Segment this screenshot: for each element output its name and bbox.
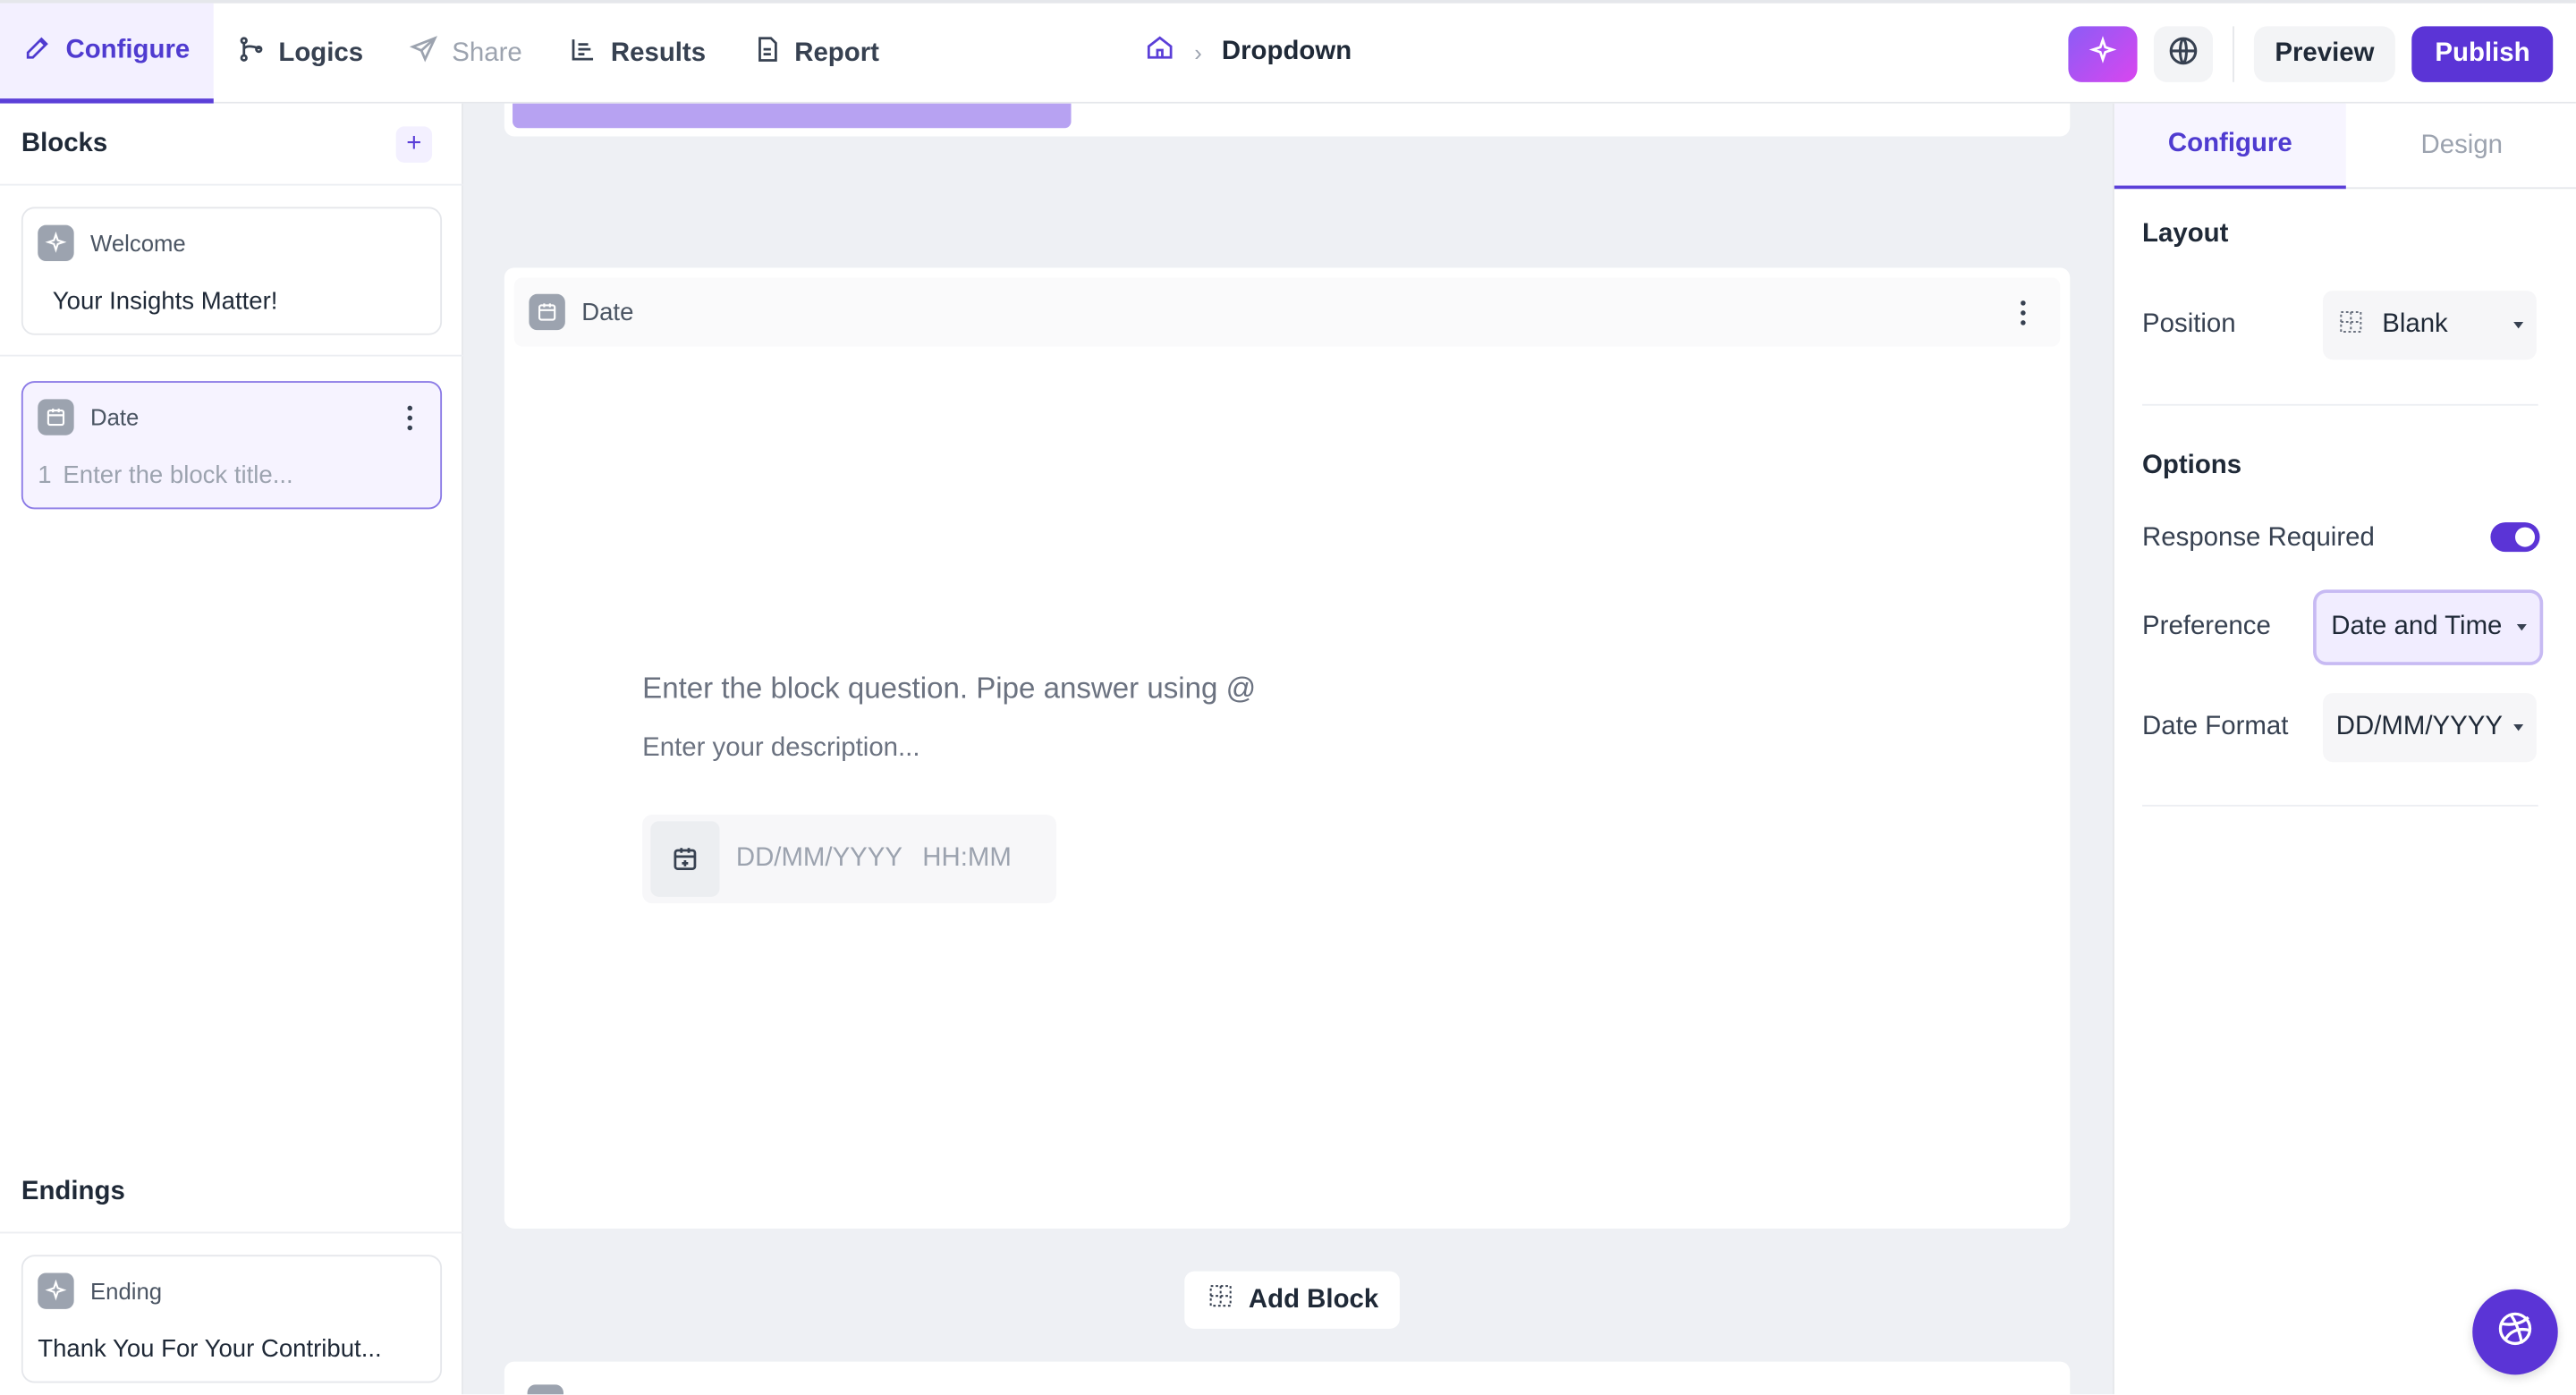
date-block-card[interactable]: Date Enter the block question. Pipe answ… xyxy=(504,267,2071,1229)
block-type-label: Date xyxy=(581,298,634,326)
block-card-ending[interactable]: Ending Thank You For Your Contribut... xyxy=(21,1255,443,1383)
divider xyxy=(0,354,463,357)
form-canvas: Date Enter the block question. Pipe answ… xyxy=(462,103,2113,1395)
date-format-value: DD/MM/YYYY xyxy=(2335,713,2503,741)
block-card-date[interactable]: Date 1 Enter the block title... xyxy=(21,381,443,510)
block-title-placeholder: Enter the block title... xyxy=(63,461,293,490)
options-heading: Options xyxy=(2142,452,2242,480)
chevron-down-icon xyxy=(2513,321,2524,329)
tab-configure-label: Configure xyxy=(65,36,191,64)
tab-logics-label: Logics xyxy=(278,38,364,67)
next-block-card xyxy=(504,1361,2071,1395)
block-title-input[interactable]: 1 Enter the block title... xyxy=(38,461,292,489)
tab-results-label: Results xyxy=(610,38,707,67)
position-value: Blank xyxy=(2382,310,2448,339)
divider xyxy=(0,183,463,186)
ai-assist-button[interactable] xyxy=(2067,26,2138,82)
document-icon xyxy=(751,35,781,72)
response-required-toggle[interactable] xyxy=(2490,522,2540,553)
blocks-sidebar: Blocks + Welcome Your Insights Matter! D… xyxy=(0,103,463,1395)
help-chat-button[interactable] xyxy=(2472,1289,2558,1375)
tab-results[interactable]: Results xyxy=(545,4,728,104)
send-icon xyxy=(410,35,439,72)
divider xyxy=(2232,26,2234,82)
tab-share-label: Share xyxy=(452,38,522,67)
form-title[interactable]: Dropdown xyxy=(1222,37,1352,66)
description-input[interactable]: Enter your description... xyxy=(642,734,919,764)
sparkle-icon xyxy=(38,1272,74,1309)
translate-button[interactable] xyxy=(2153,26,2213,82)
settings-tabs: Configure Design xyxy=(2114,103,2576,190)
divider xyxy=(0,1231,463,1234)
sparkle-icon xyxy=(38,224,74,262)
preference-label: Preference xyxy=(2142,613,2271,641)
question-input[interactable]: Enter the block question. Pipe answer us… xyxy=(642,672,1256,706)
date-field[interactable]: DD/MM/YYYY HH:MM xyxy=(642,815,1056,904)
preview-button[interactable]: Preview xyxy=(2253,26,2396,82)
divider xyxy=(2142,403,2538,406)
date-placeholder: DD/MM/YYYY HH:MM xyxy=(735,844,1012,873)
preference-select[interactable]: Date and Time xyxy=(2316,593,2540,663)
sparkle-icon xyxy=(2088,35,2117,72)
app-root: Configure Logics Share Results Report › … xyxy=(0,0,2576,1395)
breadcrumb: › Dropdown xyxy=(1145,33,1352,71)
tab-share[interactable]: Share xyxy=(386,4,546,104)
date-format-select[interactable]: DD/MM/YYYY xyxy=(2323,693,2537,763)
block-type-label: Date xyxy=(90,403,140,431)
block-number: 1 xyxy=(38,461,52,490)
block-title: Your Insights Matter! xyxy=(52,287,278,316)
pencil-icon xyxy=(23,32,53,70)
block-type-label: Ending xyxy=(90,1277,163,1305)
home-icon[interactable] xyxy=(1145,33,1174,71)
grid-icon xyxy=(2336,307,2366,344)
calendar-plus-icon xyxy=(650,821,720,897)
dribbble-icon xyxy=(2496,1308,2535,1356)
top-bar: Configure Logics Share Results Report › … xyxy=(0,0,2576,104)
tab-report[interactable]: Report xyxy=(729,4,902,104)
git-branch-icon xyxy=(236,35,266,72)
settings-panel: Configure Design Layout Position Blank O… xyxy=(2112,103,2576,1395)
more-options-icon[interactable] xyxy=(2021,300,2027,326)
top-actions: Preview Publish xyxy=(2067,26,2554,82)
position-label: Position xyxy=(2142,310,2236,339)
tab-design[interactable]: Design xyxy=(2346,104,2576,190)
chevron-down-icon xyxy=(2516,623,2527,631)
add-block-label: Add Block xyxy=(1248,1285,1379,1314)
globe-icon xyxy=(2166,34,2199,75)
block-title: Thank You For Your Contribut... xyxy=(38,1335,382,1364)
block-header: Date xyxy=(513,277,2061,347)
tab-configure[interactable]: Configure xyxy=(0,3,213,104)
welcome-image xyxy=(513,103,1072,129)
response-required-label: Response Required xyxy=(2142,523,2375,553)
breadcrumb-separator: › xyxy=(1194,38,1202,65)
publish-button[interactable]: Publish xyxy=(2411,26,2554,82)
grid-icon xyxy=(1206,1281,1235,1319)
bar-chart-icon xyxy=(568,35,597,72)
tab-logics[interactable]: Logics xyxy=(213,4,386,104)
position-select[interactable]: Blank xyxy=(2323,291,2537,360)
blocks-heading: Blocks xyxy=(21,130,108,158)
more-options-icon[interactable] xyxy=(407,405,414,431)
divider xyxy=(2142,804,2538,807)
date-format-label: Date Format xyxy=(2142,713,2289,741)
preference-value: Date and Time xyxy=(2331,613,2503,641)
calendar-icon xyxy=(529,293,565,331)
tab-report-label: Report xyxy=(794,38,879,67)
chevron-down-icon xyxy=(2513,723,2524,731)
tab-configure-settings[interactable]: Configure xyxy=(2114,103,2346,190)
add-block-button[interactable]: Add Block xyxy=(1184,1271,1401,1329)
layout-heading: Layout xyxy=(2142,220,2229,249)
calendar-icon xyxy=(38,399,74,435)
add-block-icon-button[interactable]: + xyxy=(395,126,433,163)
main-nav: Configure Logics Share Results Report xyxy=(0,3,902,104)
endings-heading: Endings xyxy=(21,1177,125,1206)
block-card-welcome[interactable]: Welcome Your Insights Matter! xyxy=(21,207,443,335)
block-type-label: Welcome xyxy=(90,230,186,257)
